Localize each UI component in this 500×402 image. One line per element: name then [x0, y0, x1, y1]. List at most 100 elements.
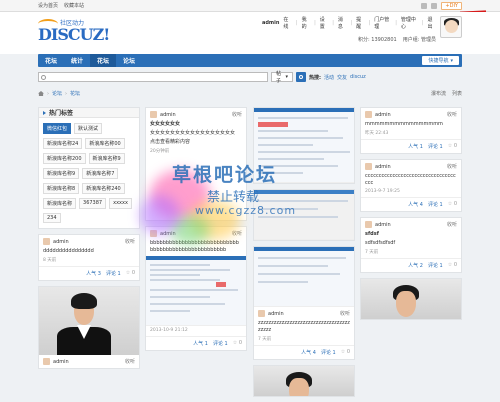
like-count[interactable]: ☆ 0	[448, 201, 457, 208]
comments-count[interactable]: 评论 1	[428, 262, 443, 269]
post-image[interactable]	[254, 108, 354, 183]
post-card[interactable]: admin 收听 sfdsf sdfsdfsdfsdf 7 天前 人气 2 评论…	[360, 217, 462, 273]
views-count[interactable]: 人气 3	[86, 270, 101, 277]
post-card[interactable]	[253, 365, 355, 397]
tag-item[interactable]: xxxxx	[109, 198, 132, 209]
tag-item[interactable]: 新浪库名称9	[43, 168, 80, 179]
views-count[interactable]: 人气 1	[193, 340, 208, 347]
nav-item-board[interactable]: 论坛	[116, 54, 142, 67]
discuz-logo[interactable]: 社区动力 DISCUZ!	[38, 17, 110, 44]
search-input[interactable]	[38, 72, 268, 82]
search-button[interactable]	[296, 72, 306, 82]
tag-item[interactable]: 新浪库名称24	[43, 138, 83, 149]
views-count[interactable]: 人气 2	[408, 262, 423, 269]
like-count[interactable]: ☆ 0	[233, 340, 242, 347]
comments-count[interactable]: 评论 1	[106, 270, 121, 277]
tag-item[interactable]: 新浪库名称200	[43, 153, 86, 164]
list-view-link[interactable]: 列表	[452, 90, 462, 97]
post-content[interactable]: zzzzzzzzzzzzzzzzzzzzzzzzzzzzzzzzzzzzzzzz	[254, 320, 354, 336]
admin-center-link[interactable]: 管理中心	[401, 16, 418, 30]
waterfall-view-link[interactable]: 瀑布流	[431, 90, 446, 97]
my-link[interactable]: 我的	[302, 16, 310, 30]
post-content[interactable]: mmmmmmmmmmmmmmmm	[361, 121, 461, 130]
avatar[interactable]	[365, 163, 372, 170]
post-author[interactable]: admin	[160, 112, 176, 118]
settings-link[interactable]: 设置	[320, 16, 328, 30]
post-image[interactable]	[39, 287, 139, 355]
tag-item[interactable]: 默认测试	[74, 123, 103, 134]
post-title[interactable]: sfdsf	[361, 231, 461, 240]
avatar[interactable]	[365, 111, 372, 118]
comments-count[interactable]: 评论 1	[428, 143, 443, 150]
comments-count[interactable]: 评论 1	[213, 340, 228, 347]
follow-button[interactable]: 收听	[232, 230, 242, 237]
post-image[interactable]	[254, 190, 354, 240]
bookmark-link[interactable]: 收藏本站	[64, 2, 84, 9]
usergroup-link[interactable]: 用户组: 管理员	[403, 36, 436, 43]
post-card[interactable]	[253, 107, 355, 184]
nav-item-stats[interactable]: 统计	[64, 54, 90, 67]
user-avatar[interactable]	[440, 16, 462, 38]
post-extra[interactable]: 点击查看精彩内容	[146, 139, 246, 148]
avatar[interactable]	[150, 111, 157, 118]
follow-button[interactable]: 收听	[125, 358, 135, 365]
tag-item[interactable]: 新浪库名称00	[85, 138, 125, 149]
nav-item-flowerbed[interactable]: 花坛	[90, 54, 117, 67]
set-homepage-link[interactable]: 设为首页	[38, 2, 58, 9]
post-card[interactable]: admin 收听 ccccccccccccccccccccccccccccccc…	[360, 159, 462, 212]
views-count[interactable]: 人气 4	[301, 349, 316, 356]
tag-item[interactable]: 新浪库名称9	[88, 153, 125, 164]
tag-item[interactable]: 新浪库名称8	[43, 183, 80, 194]
follow-button[interactable]: 收听	[125, 238, 135, 245]
post-card[interactable]	[253, 189, 355, 241]
post-card[interactable]: admin 收听 mmmmmmmmmmmmmmmm 昨天 22:43 人气 1 …	[360, 107, 462, 154]
post-card[interactable]: admin 收听	[38, 286, 140, 369]
tag-item[interactable]: 新浪库名称240	[82, 183, 125, 194]
expand-icon[interactable]	[421, 2, 428, 9]
post-image[interactable]	[361, 279, 461, 319]
post-content[interactable]: cccccccccccccccccccccccccccccccccccc	[361, 173, 461, 189]
post-card[interactable]: admin 收听 bbbbbbbbbbbbbbbbbbbbbbbbbbbbbbb…	[145, 226, 247, 351]
tag-item[interactable]: 新浪库名称7	[82, 168, 119, 179]
post-author[interactable]: admin	[53, 359, 69, 365]
follow-button[interactable]: 收听	[447, 221, 457, 228]
post-card[interactable]	[360, 278, 462, 320]
post-card[interactable]: admin 收听 dddddddddddddddd 8 天前 人气 3 评论 1…	[38, 234, 140, 281]
post-author[interactable]: admin	[375, 164, 391, 170]
nav-item-forum[interactable]: 花坛	[38, 54, 64, 67]
post-author[interactable]: admin	[160, 231, 176, 237]
follow-button[interactable]: 收听	[447, 163, 457, 170]
breadcrumb-item[interactable]: 花坛	[70, 90, 80, 97]
post-image[interactable]	[254, 247, 354, 307]
search-scope-select[interactable]: 帖子 ▾	[271, 71, 293, 84]
post-image[interactable]	[146, 256, 246, 326]
comments-count[interactable]: 评论 1	[321, 349, 336, 356]
tag-item[interactable]: 微信红包	[43, 123, 72, 134]
post-card[interactable]: admin 收听 zzzzzzzzzzzzzzzzzzzzzzzzzzzzzzz…	[253, 246, 355, 360]
follow-button[interactable]: 收听	[340, 310, 350, 317]
avatar[interactable]	[43, 238, 50, 245]
diy-button[interactable]: +DIY	[441, 1, 462, 10]
quick-nav-button[interactable]: 快捷导航 ▾	[422, 56, 459, 65]
like-count[interactable]: ☆ 0	[448, 262, 457, 269]
credits-link[interactable]: 积分: 13902801	[358, 36, 397, 43]
tag-item[interactable]: 367387	[79, 198, 107, 209]
post-title[interactable]: 女女女女女女	[146, 121, 246, 130]
avatar[interactable]	[150, 230, 157, 237]
post-image[interactable]	[254, 366, 354, 396]
avatar[interactable]	[43, 358, 50, 365]
post-content[interactable]: bbbbbbbbbbbbbbbbbbbbbbbbbbbbbbbbbbbbbbbb…	[146, 240, 246, 256]
home-icon[interactable]	[38, 91, 44, 96]
views-count[interactable]: 人气 4	[408, 201, 423, 208]
hot-search-item[interactable]: discuz	[350, 74, 366, 80]
tag-item[interactable]: 234	[43, 213, 61, 223]
username-link[interactable]: admin	[262, 20, 279, 26]
post-author[interactable]: admin	[268, 311, 284, 317]
post-author[interactable]: admin	[53, 239, 69, 245]
post-card[interactable]: admin 收听 女女女女女女 女女女女女女女女女女女女女女女女女 点击查看精彩…	[145, 107, 247, 221]
views-count[interactable]: 人气 1	[408, 143, 423, 150]
notifications-link[interactable]: 提醒	[356, 16, 364, 30]
post-author[interactable]: admin	[375, 222, 391, 228]
follow-button[interactable]: 收听	[232, 111, 242, 118]
post-content[interactable]: dddddddddddddddd	[39, 248, 139, 257]
